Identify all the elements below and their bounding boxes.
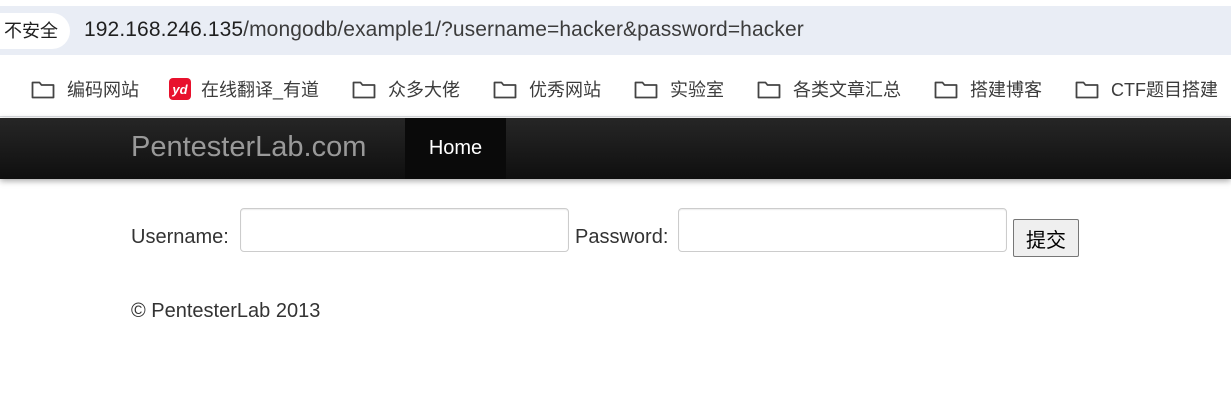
bookmark-label: 优秀网站 <box>529 80 601 100</box>
bookmark-item[interactable]: 搭建博客 <box>934 76 1042 102</box>
folder-icon <box>31 81 55 98</box>
bookmark-item[interactable]: yd 在线翻译_有道 <box>169 76 319 102</box>
security-indicator[interactable]: 不安全 <box>0 13 70 49</box>
folder-icon <box>934 81 958 98</box>
bookmark-label: 在线翻译_有道 <box>201 80 320 100</box>
folder-icon <box>1075 81 1099 98</box>
bookmark-label: 众多大佬 <box>388 80 460 100</box>
bookmark-label: 编码网站 <box>67 80 139 100</box>
bookmark-label: CTF题目搭建 <box>1111 80 1218 100</box>
bookmark-label: 实验室 <box>670 80 724 100</box>
bookmark-label: 搭建博客 <box>970 80 1042 100</box>
username-input[interactable] <box>240 208 569 252</box>
folder-icon <box>634 81 658 98</box>
folder-icon <box>493 81 517 98</box>
footer-copyright: © PentesterLab 2013 <box>131 300 321 322</box>
folder-icon <box>352 81 376 98</box>
bookmark-item[interactable]: 实验室 <box>634 76 724 102</box>
folder-icon <box>757 81 781 98</box>
url-host: 192.168.246.135 <box>84 18 244 41</box>
url-text[interactable]: 192.168.246.135/mongodb/example1/?userna… <box>84 18 804 42</box>
password-label: Password: <box>575 226 669 248</box>
nav-home-link[interactable]: Home <box>405 118 506 179</box>
bookmark-item[interactable]: 编码网站 <box>31 76 139 102</box>
password-input[interactable] <box>678 208 1007 252</box>
bookmark-item[interactable]: 众多大佬 <box>352 76 460 102</box>
bookmark-item[interactable]: 优秀网站 <box>493 76 601 102</box>
bookmark-item[interactable]: CTF题目搭建 <box>1075 76 1218 102</box>
username-label: Username: <box>131 226 229 248</box>
bookmark-item[interactable]: 各类文章汇总 <box>757 76 901 102</box>
bookmark-label: 各类文章汇总 <box>793 80 901 100</box>
site-navbar: PentesterLab.com Home <box>0 118 1231 179</box>
bookmarks-bar: 编码网站 yd 在线翻译_有道 众多大佬 优秀网站 实验室 各类文章汇总 搭建博… <box>0 60 1231 117</box>
submit-button[interactable]: 提交 <box>1013 219 1079 257</box>
address-bar: 不安全 192.168.246.135/mongodb/example1/?us… <box>0 0 1231 60</box>
url-path: /mongodb/example1/?username=hacker&passw… <box>243 18 804 41</box>
youdao-icon: yd <box>169 78 191 100</box>
brand-link[interactable]: PentesterLab.com <box>131 131 366 164</box>
